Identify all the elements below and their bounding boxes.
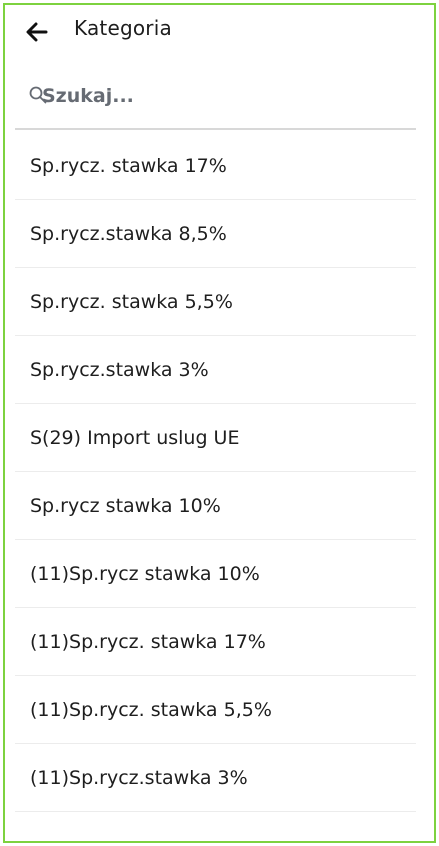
- list-item[interactable]: Sp.rycz.stawka 3%: [15, 336, 416, 404]
- page-title: Kategoria: [74, 16, 172, 40]
- search-bar: [15, 78, 416, 130]
- back-button[interactable]: [19, 14, 55, 50]
- list-item[interactable]: (11)Sp.rycz stawka 10%: [15, 540, 416, 608]
- category-list: Sp.rycz. stawka 17% Sp.rycz.stawka 8,5% Sp…: [15, 132, 416, 812]
- header: Kategoria: [5, 5, 434, 53]
- list-item[interactable]: Sp.rycz stawka 10%: [15, 472, 416, 540]
- list-item[interactable]: (11)Sp.rycz. stawka 5,5%: [15, 676, 416, 744]
- list-item[interactable]: Sp.rycz. stawka 5,5%: [15, 268, 416, 336]
- list-item[interactable]: Sp.rycz. stawka 17%: [15, 132, 416, 200]
- list-item[interactable]: (11)Sp.rycz.stawka 3%: [15, 744, 416, 812]
- search-input[interactable]: [42, 82, 402, 110]
- list-item[interactable]: Sp.rycz.stawka 8,5%: [15, 200, 416, 268]
- arrow-left-icon: [26, 22, 48, 42]
- category-picker-panel: Kategoria Sp.rycz. stawka 17%Sp.rycz.sta…: [3, 3, 436, 843]
- list-item[interactable]: (11)Sp.rycz. stawka 17%: [15, 608, 416, 676]
- list-item[interactable]: S(29) Import uslug UE: [15, 404, 416, 472]
